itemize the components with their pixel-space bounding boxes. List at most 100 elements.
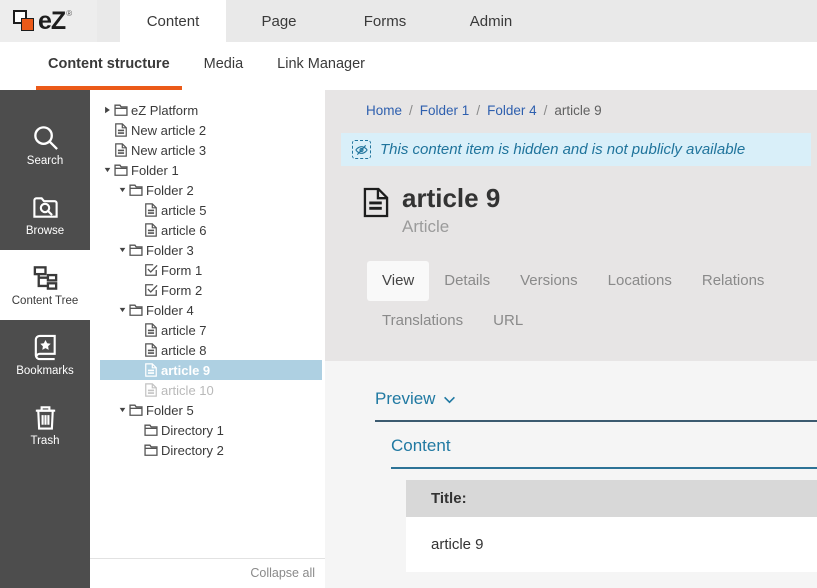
preview-section-heading: Preview xyxy=(375,389,435,409)
tree-item-folder-5[interactable]: Folder 5 xyxy=(100,400,322,420)
folder-icon xyxy=(114,103,131,117)
sidebar-item-browse[interactable]: Browse xyxy=(0,180,90,250)
tree-item-label: article 5 xyxy=(161,203,207,218)
tree-item-article-5[interactable]: article 5 xyxy=(100,200,322,220)
tree-item-new-article-2[interactable]: New article 2 xyxy=(100,120,322,140)
tree-item-folder-1[interactable]: Folder 1 xyxy=(100,160,322,180)
preview-section-toggle[interactable]: Preview xyxy=(375,389,817,422)
tree-item-label: Folder 4 xyxy=(146,303,194,318)
tab-details[interactable]: Details xyxy=(429,261,505,301)
sidebar-item-label: Search xyxy=(27,156,63,168)
sidebar-item-content-tree[interactable]: Content Tree xyxy=(0,250,90,320)
tree-item-label: New article 2 xyxy=(131,123,206,138)
hidden-content-alert-text: This content item is hidden and is not p… xyxy=(380,141,745,158)
tree-item-folder-4[interactable]: Folder 4 xyxy=(100,300,322,320)
content-tree: eZ Platform New article 2 New article 3 Fol… xyxy=(90,90,325,558)
folder-icon xyxy=(129,303,146,317)
app-screen: eZ ® ContentPageFormsAdmin Content struc… xyxy=(0,0,817,588)
tree-item-form-1[interactable]: Form 1 xyxy=(100,260,322,280)
tab-locations[interactable]: Locations xyxy=(593,261,687,301)
tree-item-new-article-3[interactable]: New article 3 xyxy=(100,140,322,160)
tree-item-label: article 8 xyxy=(161,343,207,358)
tree-item-folder-3[interactable]: Folder 3 xyxy=(100,240,322,260)
field-value: article 9 xyxy=(406,517,817,572)
subnav-item-media[interactable]: Media xyxy=(192,42,256,90)
tab-view-area: Preview Content Title:article 9 xyxy=(325,361,817,588)
topbar-tab-admin[interactable]: Admin xyxy=(438,0,544,42)
subnav-item-content-structure[interactable]: Content structure xyxy=(36,42,182,90)
folder-icon xyxy=(129,243,146,257)
caret-right-icon[interactable] xyxy=(104,106,114,114)
topbar-tab-page[interactable]: Page xyxy=(226,0,332,42)
trash-icon xyxy=(31,403,60,432)
tab-translations[interactable]: Translations xyxy=(367,301,478,341)
hidden-content-alert: This content item is hidden and is not p… xyxy=(341,133,811,166)
caret-down-icon[interactable] xyxy=(119,306,129,314)
tab-view[interactable]: View xyxy=(367,261,429,301)
tree-item-label: Directory 1 xyxy=(161,423,224,438)
sidebar-item-bookmarks[interactable]: Bookmarks xyxy=(0,320,90,390)
tree-item-article-7[interactable]: article 7 xyxy=(100,320,322,340)
subnav: Content structureMediaLink Manager xyxy=(0,42,817,90)
app-body: Search Browse Content Tree Bookmarks Trash e… xyxy=(0,90,817,588)
subnav-item-link-manager[interactable]: Link Manager xyxy=(265,42,377,90)
breadcrumb-separator: / xyxy=(476,103,480,118)
tab-url[interactable]: URL xyxy=(478,301,538,341)
tab-versions[interactable]: Versions xyxy=(505,261,593,301)
breadcrumb-current: article 9 xyxy=(554,103,601,118)
breadcrumb-separator: / xyxy=(544,103,548,118)
caret-down-icon[interactable] xyxy=(119,246,129,254)
caret-down-icon[interactable] xyxy=(119,186,129,194)
sidebar-item-label: Content Tree xyxy=(12,296,78,308)
tree-item-directory-2[interactable]: Directory 2 xyxy=(100,440,322,460)
content-item-tabs: ViewDetailsVersionsLocationsRelations Tra… xyxy=(367,261,811,341)
tree-item-label: Folder 5 xyxy=(146,403,194,418)
form-icon xyxy=(144,283,161,297)
sidebar-item-trash[interactable]: Trash xyxy=(0,390,90,460)
form-icon xyxy=(144,263,161,277)
tree-item-directory-1[interactable]: Directory 1 xyxy=(100,420,322,440)
article-icon xyxy=(144,203,161,217)
caret-down-icon[interactable] xyxy=(119,406,129,414)
tree-item-label: eZ Platform xyxy=(131,103,198,118)
folder-icon xyxy=(144,443,161,457)
bookmarks-icon xyxy=(31,333,60,362)
field-label: Title: xyxy=(406,480,817,517)
tree-item-label: Folder 2 xyxy=(146,183,194,198)
browse-icon xyxy=(31,193,60,222)
article-document-icon xyxy=(363,187,389,218)
search-icon xyxy=(31,123,60,152)
tab-relations[interactable]: Relations xyxy=(687,261,780,301)
collapse-all-button[interactable]: Collapse all xyxy=(90,558,325,588)
ez-logo-text: eZ xyxy=(38,9,65,34)
sidebar: Search Browse Content Tree Bookmarks Trash xyxy=(0,90,90,588)
tree-item-ez-platform[interactable]: eZ Platform xyxy=(100,100,322,120)
tree-item-article-10[interactable]: article 10 xyxy=(100,380,322,400)
tree-item-form-2[interactable]: Form 2 xyxy=(100,280,322,300)
breadcrumb-link-home[interactable]: Home xyxy=(366,103,402,118)
tree-item-folder-2[interactable]: Folder 2 xyxy=(100,180,322,200)
topbar-tab-forms[interactable]: Forms xyxy=(332,0,438,42)
article-icon xyxy=(144,363,161,377)
breadcrumb-separator: / xyxy=(409,103,413,118)
tree-item-article-9[interactable]: article 9 xyxy=(100,360,322,380)
breadcrumb: Home / Folder 1 / Folder 4 / article 9 xyxy=(325,90,817,128)
folder-icon xyxy=(114,163,131,177)
main-content: Home / Folder 1 / Folder 4 / article 9 This co… xyxy=(325,90,817,588)
content-item-header: article 9 Article xyxy=(363,184,817,237)
topbar-tab-content[interactable]: Content xyxy=(120,0,226,42)
topbar: eZ ® ContentPageFormsAdmin xyxy=(0,0,817,42)
tree-item-label: article 6 xyxy=(161,223,207,238)
breadcrumb-link-folder-1[interactable]: Folder 1 xyxy=(420,103,470,118)
tree-item-article-8[interactable]: article 8 xyxy=(100,340,322,360)
page-title: article 9 xyxy=(402,184,500,214)
ez-logo[interactable]: eZ ® xyxy=(0,0,97,42)
tree-item-label: article 9 xyxy=(161,363,210,378)
breadcrumb-link-folder-4[interactable]: Folder 4 xyxy=(487,103,537,118)
tree-item-article-6[interactable]: article 6 xyxy=(100,220,322,240)
sidebar-item-label: Bookmarks xyxy=(16,366,74,378)
sidebar-item-search[interactable]: Search xyxy=(0,110,90,180)
caret-down-icon[interactable] xyxy=(104,166,114,174)
tree-item-label: Folder 1 xyxy=(131,163,179,178)
field-table: Title:article 9 xyxy=(406,480,817,572)
